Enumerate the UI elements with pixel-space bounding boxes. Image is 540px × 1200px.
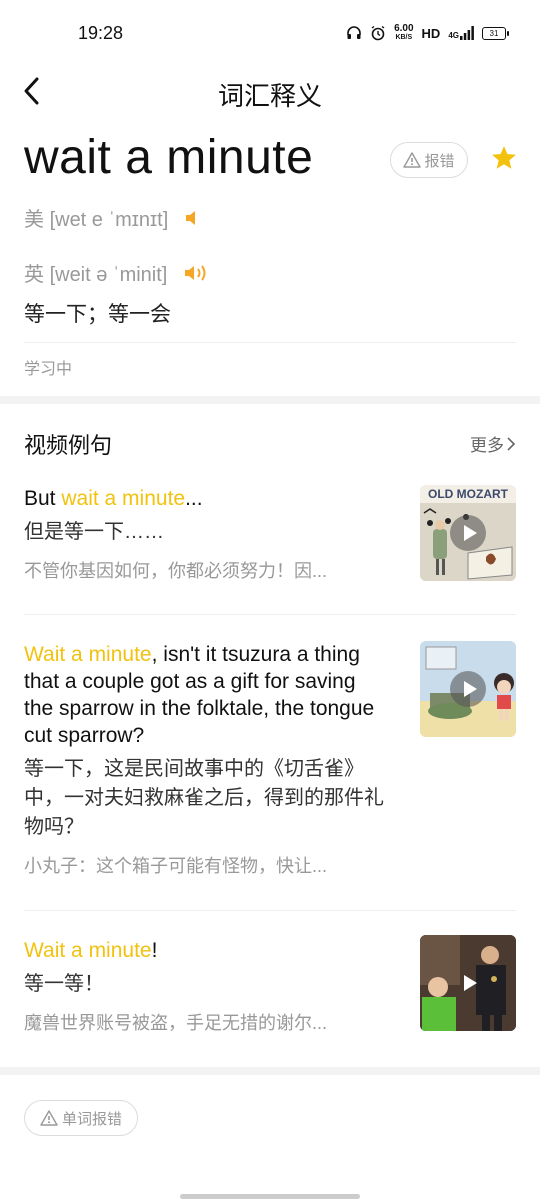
example-source: 小丸子：这个箱子可能有怪物，快让... <box>24 856 328 876</box>
us-phonetic: [wet e ˈmɪnɪt] <box>49 209 169 231</box>
signal-type: 4G <box>448 31 459 40</box>
word-report-label: 单词报错 <box>61 1110 122 1128</box>
video-example-item[interactable]: But wait a minute... 但是等一下…… 不管你基因如何，你都必… <box>24 485 516 583</box>
video-thumbnail[interactable] <box>420 935 516 1031</box>
example-source: 不管你基因如何，你都必须努力！因... <box>24 561 328 581</box>
word-report-button[interactable]: 单词报错 <box>24 1100 138 1136</box>
headphones-icon <box>347 26 361 39</box>
battery-level: 31 <box>489 28 499 38</box>
section-gap <box>0 396 540 404</box>
play-icon <box>450 965 486 1001</box>
network-speed: 6.00 KB/S <box>394 24 413 42</box>
play-icon <box>450 671 486 707</box>
example-english: Wait a minute, isn't it tsuzura a thing … <box>24 641 384 749</box>
us-pronunciation: 美 [wet e ˈmɪnɪt] <box>24 203 204 232</box>
favorite-button[interactable] <box>490 144 518 172</box>
chevron-right-icon <box>507 436 516 451</box>
play-icon <box>450 515 486 551</box>
thumbnail-title: OLD MOZART <box>420 485 516 503</box>
word-meaning: 等一下；等一会 <box>24 303 171 326</box>
learning-status: 学习中 <box>24 361 73 378</box>
hd-indicator: HD <box>421 25 441 41</box>
uk-phonetic-text: 英 [weit ə ˈminit] <box>24 258 167 287</box>
divider <box>24 614 516 615</box>
example-english: Wait a minute! <box>24 937 384 964</box>
warning-icon <box>403 152 422 168</box>
example-en-highlight: Wait a minute <box>24 643 152 666</box>
word-headline: wait a minute <box>24 131 314 184</box>
uk-phonetic: [weit ə ˈminit] <box>49 264 168 286</box>
status-bar: 19:28 6.00 KB/S HD 4G 31 <box>0 0 540 70</box>
video-example-item[interactable]: Wait a minute, isn't it tsuzura a thing … <box>24 641 516 878</box>
speaker-wave-icon[interactable] <box>183 262 211 284</box>
us-label: 美 <box>24 209 44 231</box>
network-speed-unit: KB/S <box>395 34 413 41</box>
section-gap <box>0 1067 540 1075</box>
warning-icon <box>40 1110 58 1126</box>
video-thumbnail[interactable] <box>420 641 516 737</box>
signal-icon: 4G <box>448 26 474 40</box>
example-chinese: 等一下，这是民间故事中的《切舌雀》中，一对夫妇救麻雀之后，得到的那件礼物吗？ <box>24 758 384 838</box>
speaker-icon[interactable] <box>184 208 204 228</box>
home-indicator[interactable] <box>180 1194 360 1199</box>
example-chinese: 但是等一下…… <box>24 521 164 543</box>
battery-icon: 31 <box>482 26 509 40</box>
example-en-pre: But <box>24 487 62 510</box>
example-en-highlight: wait a minute <box>61 487 186 510</box>
example-english: But wait a minute... <box>24 485 384 512</box>
example-chinese: 等一等！ <box>24 973 104 995</box>
example-source: 魔兽世界账号被盗，手足无措的谢尔... <box>24 1013 328 1033</box>
uk-label: 英 <box>24 264 44 286</box>
divider <box>24 910 516 911</box>
status-icons: 6.00 KB/S HD 4G 31 <box>346 24 509 42</box>
more-label: 更多 <box>470 436 504 455</box>
example-en-highlight: Wait a minute <box>24 939 152 962</box>
uk-pronunciation: 英 [weit ə ˈminit] <box>24 258 211 287</box>
video-section-title: 视频例句 <box>24 433 113 458</box>
video-thumbnail[interactable]: OLD MOZART <box>420 485 516 581</box>
page-header: 词汇释义 <box>0 70 540 114</box>
video-example-item[interactable]: Wait a minute! 等一等！ 魔兽世界账号被盗，手足无措的谢尔... <box>24 935 516 1035</box>
network-speed-value: 6.00 <box>394 23 414 34</box>
example-en-post: ! <box>151 939 158 962</box>
alarm-icon <box>371 25 385 41</box>
divider <box>24 342 516 343</box>
example-en-post: ... <box>185 487 203 510</box>
star-icon <box>492 146 516 169</box>
status-time: 19:28 <box>78 23 124 43</box>
more-link[interactable]: 更多 <box>470 431 516 456</box>
us-phonetic-text: 美 [wet e ˈmɪnɪt] <box>24 203 168 232</box>
report-error-button[interactable]: 报错 <box>390 142 468 178</box>
report-error-label: 报错 <box>424 152 455 170</box>
page-title: 词汇释义 <box>217 81 322 111</box>
